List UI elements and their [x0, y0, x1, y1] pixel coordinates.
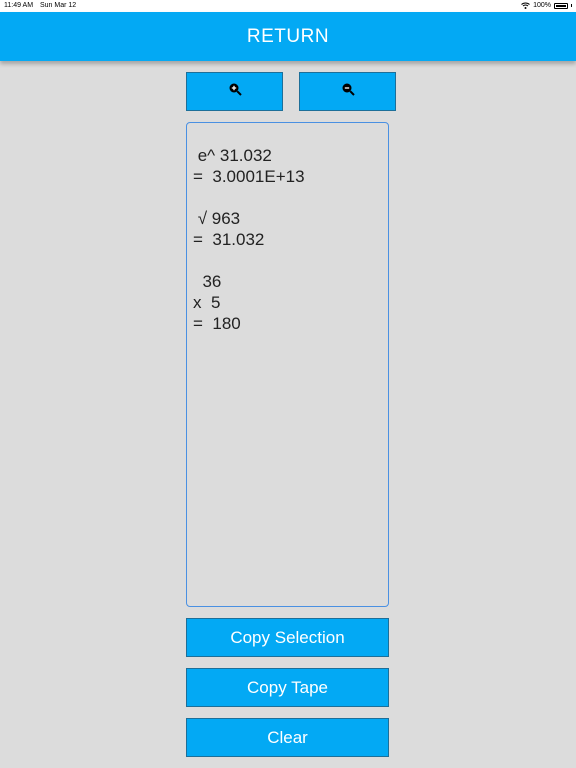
- tape-display[interactable]: e^ 31.032 = 3.0001E+13 √ 963 = 31.032 36…: [186, 122, 389, 607]
- status-bar: 11:49 AM Sun Mar 12 100%: [0, 0, 576, 12]
- tape-spacer: [193, 187, 382, 208]
- copy-selection-label: Copy Selection: [230, 627, 345, 647]
- header-title: RETURN: [246, 25, 330, 47]
- copy-selection-button[interactable]: Copy Selection: [186, 618, 389, 657]
- battery-icon: [554, 2, 568, 9]
- tape-spacer: [193, 250, 382, 271]
- battery-tip: [571, 4, 572, 7]
- zoom-in-button[interactable]: [186, 72, 283, 111]
- zoom-in-icon: [228, 82, 242, 101]
- tape-line: 36: [193, 272, 222, 291]
- tape-line: = 31.032: [193, 230, 265, 249]
- status-right: 100%: [521, 2, 572, 9]
- copy-tape-label: Copy Tape: [247, 677, 328, 697]
- copy-tape-button[interactable]: Copy Tape: [186, 668, 389, 707]
- clear-button[interactable]: Clear: [186, 718, 389, 757]
- status-date: Sun Mar 12: [40, 2, 77, 9]
- tape-line: √ 963: [193, 209, 241, 228]
- tape-line: e^ 31.032: [193, 146, 272, 165]
- status-time: 11:49 AM: [4, 2, 34, 9]
- tape-line: = 3.0001E+13: [193, 167, 305, 186]
- tape-line: = 180: [193, 314, 241, 333]
- wifi-icon: [521, 2, 530, 9]
- tape-line: x 5: [193, 293, 221, 312]
- clear-label: Clear: [267, 727, 308, 747]
- zoom-out-button[interactable]: [299, 72, 396, 111]
- battery-percent: 100%: [533, 2, 551, 9]
- return-button[interactable]: RETURN: [0, 12, 576, 61]
- zoom-out-icon: [341, 82, 355, 101]
